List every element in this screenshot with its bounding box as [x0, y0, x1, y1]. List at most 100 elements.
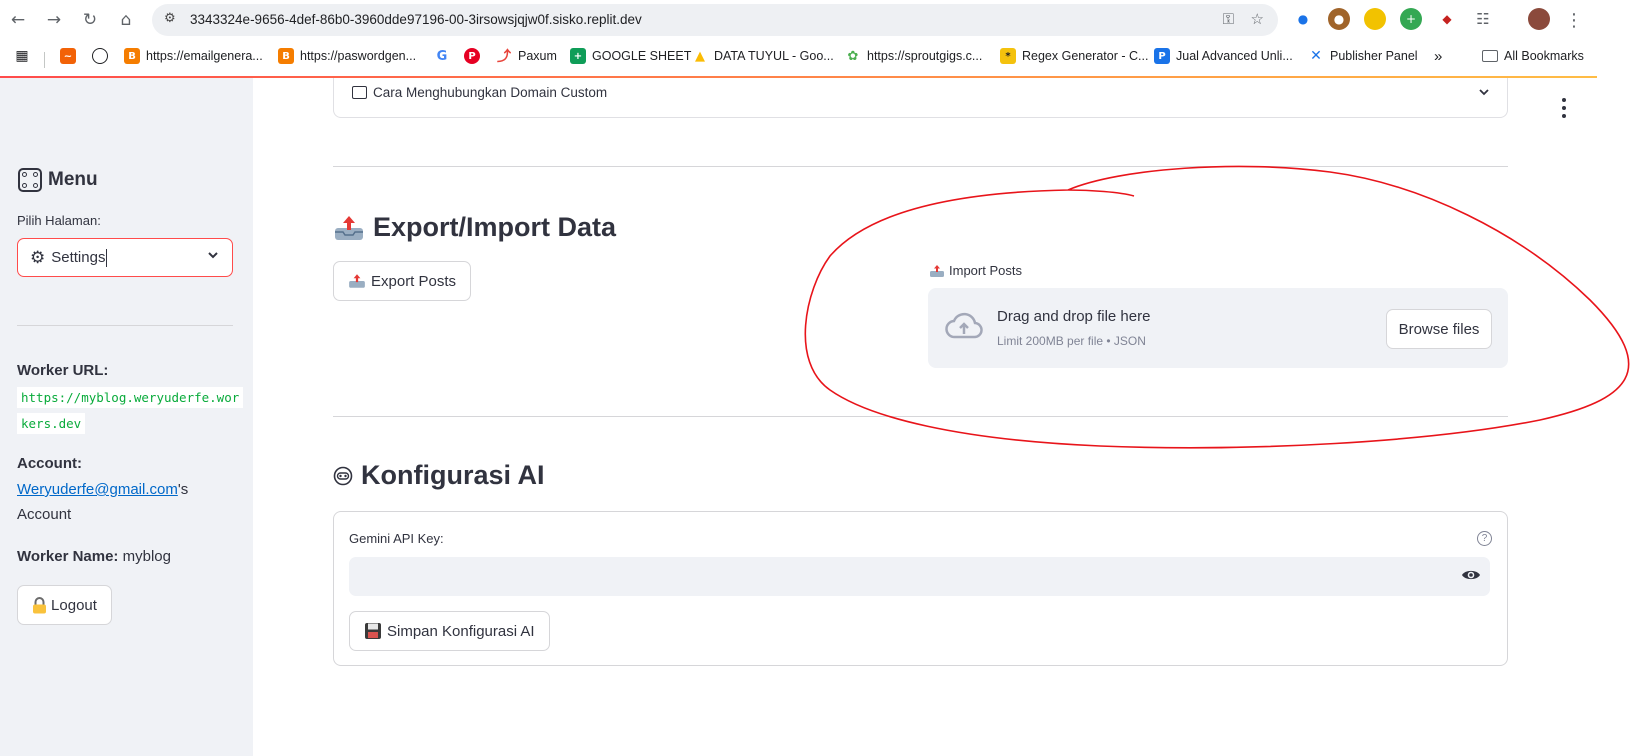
outbox-tray-icon — [335, 215, 363, 240]
bookmark-jual-advanced[interactable]: P Jual Advanced Unli... — [1154, 47, 1293, 65]
account-word: Account — [17, 506, 72, 523]
sidebar-divider — [17, 325, 233, 326]
help-icon[interactable]: ? — [1477, 531, 1492, 546]
profile-extension-icon[interactable]: ● — [1292, 8, 1314, 30]
bookmark-publisher-panel[interactable]: ✕ Publisher Panel — [1308, 47, 1417, 65]
dropzone-title: Drag and drop file here — [997, 308, 1151, 325]
bookmark-label: Regex Generator - C... — [1022, 49, 1149, 63]
cloud-upload-icon — [945, 312, 983, 339]
more-bookmarks-icon[interactable]: » — [1434, 47, 1442, 65]
import-posts-label: Import Posts — [929, 263, 1022, 278]
apps-grid-icon[interactable]: ▦ — [14, 47, 36, 65]
bookmark-label: Jual Advanced Unli... — [1176, 49, 1293, 63]
address-bar-url[interactable]: 3343324e-9656-4def-86b0-3960dde97196-00-… — [190, 12, 642, 27]
bookmark-paxum[interactable]: ⤴ Paxum — [496, 47, 557, 65]
bookmark-label: Paxum — [518, 49, 557, 63]
api-key-input[interactable] — [349, 557, 1490, 596]
replit-icon: ~ — [60, 48, 76, 64]
bookmark-label: DATA TUYUL - Goo... — [714, 49, 834, 63]
bookmarks-divider — [44, 52, 45, 68]
bookmark-emailgenerator[interactable]: Bhttps://emailgenera... — [124, 47, 263, 65]
drive-icon: ▲ — [695, 48, 705, 64]
menu-icon — [18, 168, 42, 192]
back-icon[interactable]: ← — [6, 8, 30, 32]
bookmark-data-tuyul[interactable]: ▲ DATA TUYUL - Goo... — [692, 47, 834, 65]
all-bookmarks-label: All Bookmarks — [1504, 49, 1584, 63]
ai-config-form: Gemini API Key: ? Simpan Konfigurasi AI — [333, 511, 1508, 666]
site-info-icon[interactable]: ⚙ — [164, 11, 176, 26]
browser-menu-icon[interactable]: ⋮ — [1562, 8, 1586, 32]
api-key-label: Gemini API Key: — [349, 531, 444, 546]
domain-expander[interactable]: Cara Menghubungkan Domain Custom — [333, 78, 1508, 118]
bookmark-sproutgigs[interactable]: ✿ https://sproutgigs.c... — [845, 47, 983, 65]
bookmark-google-sheet[interactable]: + GOOGLE SHEET — [570, 47, 691, 65]
paxum-icon: ⤴ — [497, 49, 511, 65]
app-menu-icon[interactable] — [1558, 98, 1570, 118]
bookmark-label: https://emailgenera... — [146, 49, 263, 63]
page-select[interactable]: ⚙ Settings — [17, 238, 233, 277]
plus-extension-icon[interactable]: + — [1400, 8, 1422, 30]
worker-name-label: Worker Name: — [17, 548, 119, 565]
compass-icon[interactable]: ◆ — [1436, 8, 1458, 30]
key-icon[interactable]: ⚿ — [1223, 10, 1234, 28]
star-icon[interactable]: ☆ — [1251, 10, 1264, 28]
expander-label: Cara Menghubungkan Domain Custom — [373, 85, 608, 100]
chevron-down-icon — [1479, 89, 1489, 96]
publisher-icon: ✕ — [1310, 48, 1322, 64]
regex-icon: * — [1000, 48, 1016, 64]
bookmark-label: https://sproutgigs.c... — [867, 49, 983, 63]
extensions-puzzle-icon[interactable]: ☷ — [1472, 8, 1494, 30]
logout-button[interactable]: Logout — [17, 585, 112, 625]
save-ai-config-button[interactable]: Simpan Konfigurasi AI — [349, 611, 550, 651]
export-posts-label: Export Posts — [371, 272, 457, 290]
bookmark-pinterest[interactable]: P — [464, 47, 486, 65]
eye-icon[interactable] — [1461, 568, 1481, 582]
bookmark-regex-generator[interactable]: * Regex Generator - C... — [1000, 47, 1148, 65]
bookmark-paswordgen[interactable]: Bhttps://paswordgen... — [278, 47, 416, 65]
browse-files-button[interactable]: Browse files — [1386, 309, 1492, 349]
bookmark-label: https://paswordgen... — [300, 49, 417, 63]
robot-icon — [333, 466, 353, 485]
account-email-link[interactable]: Weryuderfe@gmail.com — [17, 481, 178, 498]
cookie-icon[interactable]: ● — [1328, 8, 1350, 30]
dropzone-limit: Limit 200MB per file • JSON — [997, 334, 1146, 348]
file-dropzone[interactable]: Drag and drop file here Limit 200MB per … — [928, 288, 1508, 368]
menu-title-text: Menu — [48, 169, 98, 190]
home-icon[interactable]: ⌂ — [114, 8, 138, 32]
ai-config-heading-text: Konfigurasi AI — [361, 460, 545, 490]
bookmark-google[interactable]: G — [434, 47, 456, 65]
save-ai-config-label: Simpan Konfigurasi AI — [387, 622, 535, 640]
blogger-icon: B — [278, 48, 294, 64]
lock-icon — [33, 596, 47, 613]
folder-icon — [1482, 50, 1498, 62]
worker-url-value: https://myblog.weryuderfe.wor kers.dev — [17, 385, 244, 437]
google-icon: G — [436, 48, 448, 64]
reload-icon[interactable]: ↻ — [78, 8, 102, 32]
section-divider — [333, 416, 1508, 417]
sproutgigs-icon: ✿ — [847, 48, 859, 64]
section-divider — [333, 166, 1508, 167]
browser-toolbar: ← → ↻ ⌂ ⚙ 3343324e-9656-4def-86b0-3960dd… — [0, 0, 1643, 40]
floppy-disk-icon — [365, 623, 381, 639]
import-posts-label-text: Import Posts — [949, 263, 1022, 278]
forward-icon[interactable]: → — [42, 8, 66, 32]
page-select-value: Settings — [51, 249, 106, 266]
export-posts-button[interactable]: Export Posts — [333, 261, 472, 301]
laptop-icon — [352, 86, 367, 99]
worker-url-line: https://myblog.weryuderfe.wor — [17, 387, 244, 408]
text-cursor — [106, 248, 108, 267]
chevron-down-icon — [208, 252, 218, 259]
outbox-tray-icon — [349, 274, 365, 288]
export-import-heading-text: Export/Import Data — [373, 212, 617, 242]
gear-icon: ⚙ — [30, 247, 46, 268]
address-bar[interactable]: ⚙ 3343324e-9656-4def-86b0-3960dde97196-0… — [152, 4, 1278, 36]
bookmarks-bar: ▦ ~ Bhttps://emailgenera... Bhttps://pas… — [0, 40, 1643, 72]
avatar[interactable] — [1528, 8, 1550, 30]
bookmark-chatgpt[interactable] — [92, 47, 114, 65]
bookmark-replit[interactable]: ~ — [60, 47, 82, 65]
account-suffix: 's — [177, 481, 189, 498]
all-bookmarks[interactable]: All Bookmarks — [1482, 47, 1584, 65]
outbox-tray-icon — [930, 264, 944, 277]
pinterest-icon: P — [464, 48, 480, 64]
extension-globe-icon[interactable] — [1364, 8, 1386, 30]
